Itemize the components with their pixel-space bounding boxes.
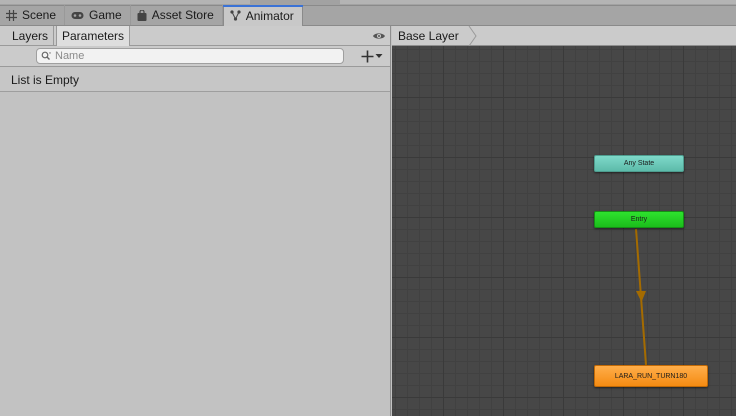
window-top-strip-right [340,0,736,4]
eye-icon[interactable] [372,27,386,45]
editor-tab-bar: Scene Game Asset Store Animator [0,5,736,26]
tab-game[interactable]: Game [65,5,131,25]
graph-header: Base Layer [392,26,736,46]
breadcrumb-base-layer[interactable]: Base Layer [392,26,465,46]
tab-asset-store-label: Asset Store [151,8,214,22]
search-icon [41,51,51,60]
tab-asset-store[interactable]: Asset Store [131,5,223,25]
tab-game-label: Game [89,8,122,22]
transition-layer [635,228,647,366]
state-machine-graph[interactable]: Any State Entry LARA_RUN_TURN180 [392,46,736,416]
animator-icon [230,10,241,21]
tab-animator[interactable]: Animator [222,5,303,26]
grid-icon [6,9,17,21]
animator-left-panel: Layers Parameters List is Empty [0,26,391,416]
subtab-layers[interactable]: Layers [7,26,55,46]
tab-scene[interactable]: Scene [0,5,66,25]
list-empty-label: List is Empty [11,73,80,87]
breadcrumb-arrow-icon [468,26,477,46]
shopping-bag-icon [137,9,147,21]
dropdown-arrow-icon [375,54,383,58]
tab-animator-label: Animator [245,8,294,23]
state-node-lara-run-turn180[interactable]: LARA_RUN_TURN180 [594,365,708,387]
state-node-any-state[interactable]: Any State [594,155,684,172]
gamepad-icon [71,11,84,19]
state-node-entry[interactable]: Entry [594,211,684,228]
parameters-list: List is Empty [0,67,390,92]
tab-scene-label: Scene [22,8,57,22]
transition-arrow-icon [636,291,646,302]
subtab-parameters[interactable]: Parameters [56,26,131,46]
parameter-search-input[interactable] [36,48,344,64]
left-panel-subtabs: Layers Parameters [0,26,390,46]
plus-icon [361,50,374,62]
window-top-strip-left [0,0,250,4]
parameters-filter-bar [0,46,390,67]
add-parameter-button[interactable] [361,47,389,65]
